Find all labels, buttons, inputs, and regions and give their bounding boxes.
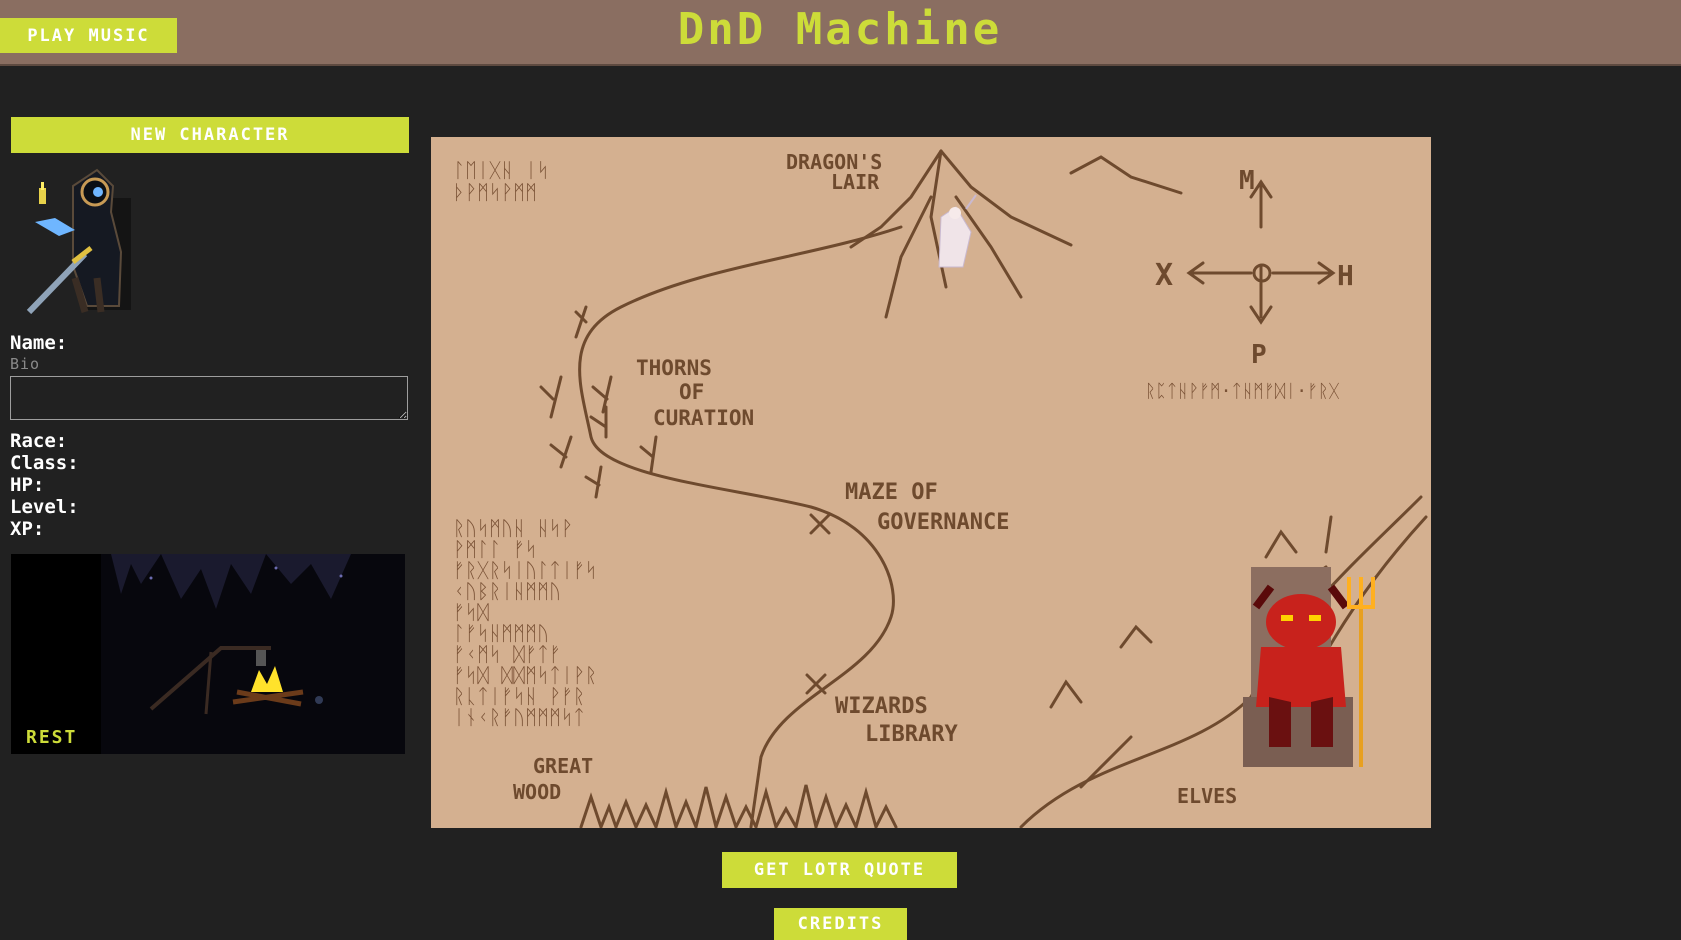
hooded-rogue-icon [26,168,131,314]
bio-input[interactable] [10,376,408,420]
wizard-sprite-icon [938,194,977,268]
devil-on-throne-icon [1243,567,1375,767]
hp-label: HP: [10,474,45,496]
map-label-great-wood: GREAT [533,754,593,778]
character-sidebar: NEW CHARACTER [11,117,409,153]
map-label-thorns-3: CURATION [653,406,754,430]
map-label-dragons-lair-2: LAIR [831,170,880,194]
new-character-button[interactable]: NEW CHARACTER [11,117,409,153]
rest-label[interactable]: REST [26,727,77,748]
compass-north: M [1239,166,1255,196]
race-label: Race: [10,430,68,452]
xp-label: XP: [10,518,45,540]
map-label-thorns: THORNS [636,356,712,380]
rune-text: ᛁᚾᚲᚱᚠᚢᛗᛗᛗᛋᛏ [453,705,585,729]
map-label-wizards-2: LIBRARY [865,722,958,747]
rest-panel[interactable]: REST [11,554,405,754]
level-label: Level: [10,496,79,518]
bio-label: Bio [10,355,41,373]
get-lotr-quote-button[interactable]: GET LOTR QUOTE [722,852,957,888]
campfire-icon [11,554,405,754]
compass-west: X [1155,258,1173,293]
top-bar: PLAY MUSIC DnD Machine [0,0,1681,66]
rune-text: ᚱᛈᛏᚺᚹᚠᛗ·ᛏᚺᛗᚠᛞᛁ·ᚠᚱᚷ [1145,381,1340,402]
map-label-elves: ELVES [1177,784,1237,808]
compass-south: P [1251,340,1267,370]
rune-text: ᛚᛖᛁᚷᚺ ᛁᛋ [453,158,549,182]
compass-east: H [1337,259,1354,292]
character-stats: Name: Bio Race: Class: HP: Level: XP: [10,332,410,540]
map-label-maze: MAZE OF [845,480,938,505]
name-label: Name: [10,332,68,354]
map-label-wizards: WIZARDS [835,694,928,719]
rune-text: ᚦᚹᛗᛋᚹᛗᛗ [453,180,537,204]
map-label-thorns-2: OF [679,380,704,404]
app-title: DnD Machine [677,4,1003,55]
play-music-button[interactable]: PLAY MUSIC [0,18,177,53]
credits-button[interactable]: CREDITS [774,908,907,940]
world-map[interactable]: DRAGON'S LAIR THORNS OF CURATION MAZE OF… [431,137,1431,833]
class-label: Class: [10,452,79,474]
map-label-maze-2: GOVERNANCE [877,510,1009,535]
map-label-great-wood-2: WOOD [513,780,561,804]
map-drawing: DRAGON'S LAIR THORNS OF CURATION MAZE OF… [453,149,1428,833]
